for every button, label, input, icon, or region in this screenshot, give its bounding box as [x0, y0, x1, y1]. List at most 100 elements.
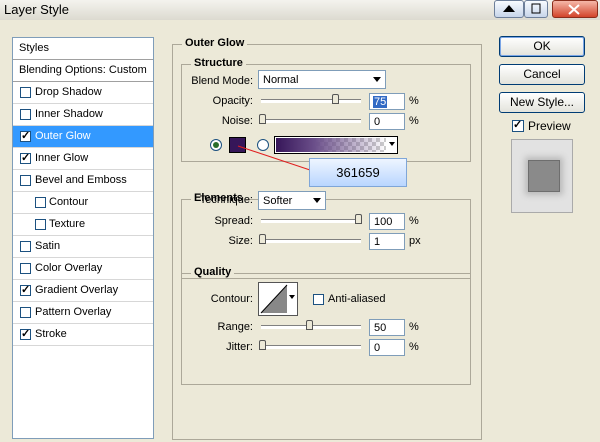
texture-label: Texture [49, 218, 86, 230]
style-item-contour[interactable]: Contour [13, 192, 153, 214]
size-slider-thumb[interactable] [259, 234, 266, 244]
chevron-down-icon [313, 198, 321, 203]
contour-checkbox[interactable] [35, 197, 46, 208]
window-title: Layer Style [4, 2, 70, 17]
spread-input[interactable]: 100 [369, 213, 405, 230]
styles-header-label: Styles [19, 42, 49, 54]
ok-button[interactable]: OK [499, 36, 585, 57]
opacity-unit: % [409, 95, 419, 107]
outer-glow-checkbox[interactable] [20, 129, 31, 142]
dialog-body: Styles Blending Options: Custom Drop Sha… [0, 20, 600, 442]
size-input[interactable]: 1 [369, 233, 405, 250]
restore-icon[interactable] [524, 0, 548, 18]
opacity-slider-thumb[interactable] [332, 94, 339, 104]
spread-value: 100 [374, 216, 393, 228]
help-icon[interactable] [494, 0, 524, 18]
size-label: Size: [228, 235, 253, 247]
pattern-overlay-checkbox[interactable] [20, 307, 31, 318]
contour-label: Contour [49, 196, 89, 208]
spread-slider[interactable] [261, 219, 361, 223]
spread-slider-thumb[interactable] [355, 214, 362, 224]
cancel-button[interactable]: Cancel [499, 64, 585, 85]
bevel-emboss-checkbox[interactable] [20, 175, 31, 186]
jitter-input[interactable]: 0 [369, 339, 405, 356]
color-tooltip: 361659 [309, 158, 407, 187]
noise-unit: % [409, 115, 419, 127]
anti-aliased-checkbox[interactable] [313, 294, 324, 305]
drop-shadow-checkbox[interactable] [20, 87, 31, 98]
style-item-color-overlay[interactable]: Color Overlay [13, 258, 153, 280]
size-slider[interactable] [261, 239, 361, 243]
texture-checkbox[interactable] [35, 219, 46, 230]
jitter-slider[interactable] [261, 345, 361, 349]
noise-value: 0 [374, 116, 381, 128]
range-slider-thumb[interactable] [306, 320, 313, 330]
noise-slider[interactable] [261, 119, 361, 123]
chevron-down-icon [373, 77, 381, 82]
stroke-checkbox[interactable] [20, 327, 31, 340]
bevel-emboss-label: Bevel and Emboss [35, 174, 127, 186]
opacity-value: 75 [373, 96, 388, 108]
technique-value: Softer [263, 195, 293, 207]
satin-label: Satin [35, 240, 61, 252]
outer-glow-title: Outer Glow [182, 37, 248, 49]
style-item-pattern-overlay[interactable]: Pattern Overlay [13, 302, 153, 324]
drop-shadow-label: Drop Shadow [35, 86, 102, 98]
range-value: 50 [374, 322, 387, 334]
range-input[interactable]: 50 [369, 319, 405, 336]
spread-unit: % [409, 215, 419, 227]
style-item-inner-shadow[interactable]: Inner Shadow [13, 104, 153, 126]
satin-checkbox[interactable] [20, 241, 31, 252]
styles-header[interactable]: Styles [13, 38, 153, 60]
close-icon[interactable] [552, 0, 598, 18]
chevron-down-icon [389, 142, 395, 146]
blending-options-label: Blending Options: Custom [19, 64, 147, 76]
style-item-bevel-emboss[interactable]: Bevel and Emboss [13, 170, 153, 192]
size-value: 1 [374, 236, 381, 248]
anti-aliased-label: Anti-aliased [328, 293, 386, 305]
preview-thumbnail [511, 139, 573, 213]
style-item-inner-glow[interactable]: Inner Glow [13, 148, 153, 170]
noise-slider-thumb[interactable] [259, 114, 266, 124]
color-overlay-label: Color Overlay [35, 262, 103, 274]
technique-select[interactable]: Softer [258, 191, 326, 210]
blend-mode-select[interactable]: Normal [258, 70, 386, 89]
new-style-button[interactable]: New Style... [499, 92, 585, 113]
range-unit: % [409, 321, 419, 333]
gradient-overlay-label: Gradient Overlay [35, 284, 119, 296]
stroke-label: Stroke [35, 328, 67, 340]
jitter-value: 0 [374, 342, 381, 354]
style-item-texture[interactable]: Texture [13, 214, 153, 236]
range-label: Range: [217, 321, 253, 333]
opacity-input[interactable]: 75 [369, 93, 405, 110]
contour-preview-icon [260, 284, 288, 314]
inner-shadow-label: Inner Shadow [35, 108, 103, 120]
style-item-gradient-overlay[interactable]: Gradient Overlay [13, 280, 153, 302]
opacity-slider[interactable] [261, 99, 361, 103]
contour-label: Contour: [210, 293, 253, 305]
preview-label: Preview [528, 119, 571, 133]
style-item-satin[interactable]: Satin [13, 236, 153, 258]
styles-list: Styles Blending Options: Custom Drop Sha… [12, 37, 154, 439]
opacity-label: Opacity: [212, 95, 253, 107]
noise-input[interactable]: 0 [369, 113, 405, 130]
preview-square [528, 160, 560, 192]
preview-checkbox[interactable] [512, 118, 524, 132]
solid-color-radio[interactable] [210, 139, 222, 151]
spread-label: Spread: [214, 215, 253, 227]
contour-picker[interactable] [258, 282, 298, 316]
size-unit: px [409, 235, 421, 247]
chevron-down-icon [289, 295, 295, 299]
structure-title: Structure [191, 57, 246, 69]
noise-label: Noise: [221, 115, 253, 127]
title-bar: Layer Style [0, 0, 600, 21]
gradient-overlay-checkbox[interactable] [20, 283, 31, 296]
jitter-slider-thumb[interactable] [259, 340, 266, 350]
color-overlay-checkbox[interactable] [20, 263, 31, 274]
style-item-stroke[interactable]: Stroke [13, 324, 153, 346]
style-item-drop-shadow[interactable]: Drop Shadow [13, 82, 153, 104]
inner-glow-checkbox[interactable] [20, 151, 31, 164]
inner-shadow-checkbox[interactable] [20, 109, 31, 120]
style-item-outer-glow[interactable]: Outer Glow [13, 126, 153, 148]
blending-options[interactable]: Blending Options: Custom [13, 60, 153, 82]
